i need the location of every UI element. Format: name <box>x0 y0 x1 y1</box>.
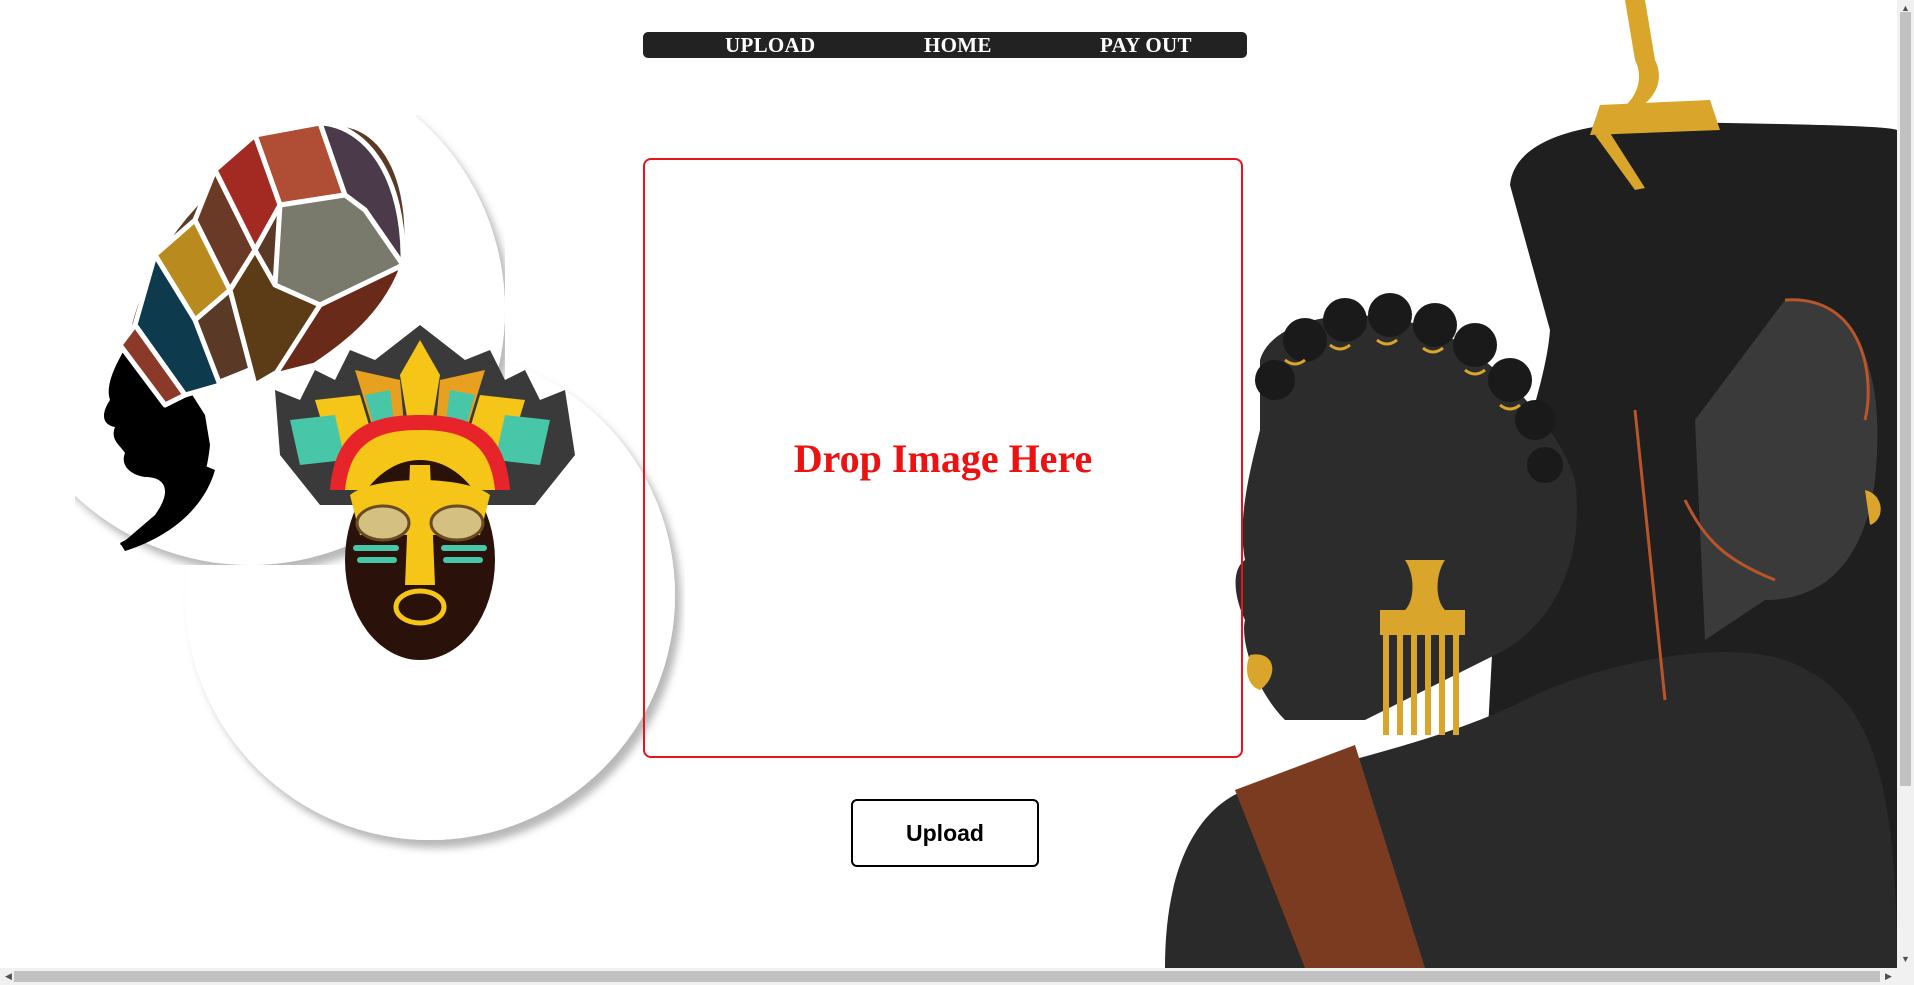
vertical-scroll-thumb[interactable] <box>1900 12 1911 786</box>
image-dropzone[interactable]: Drop Image Here <box>643 158 1243 758</box>
vertical-scrollbar[interactable]: ▲ ▼ <box>1897 0 1914 968</box>
top-nav: UPLOAD HOME PAY OUT <box>643 32 1247 58</box>
left-artwork-illustration <box>75 115 675 840</box>
scroll-right-arrow-icon[interactable]: ▶ <box>1880 968 1897 985</box>
upload-button[interactable]: Upload <box>851 799 1039 867</box>
right-artwork-illustration <box>1165 0 1897 968</box>
scroll-down-arrow-icon[interactable]: ▼ <box>1897 951 1914 968</box>
horizontal-scrollbar[interactable]: ◀ ▶ <box>0 968 1914 985</box>
horizontal-scroll-thumb[interactable] <box>14 971 1880 982</box>
nav-upload-link[interactable]: UPLOAD <box>725 32 815 58</box>
nav-home-link[interactable]: HOME <box>924 32 992 58</box>
dropzone-label: Drop Image Here <box>793 435 1093 481</box>
